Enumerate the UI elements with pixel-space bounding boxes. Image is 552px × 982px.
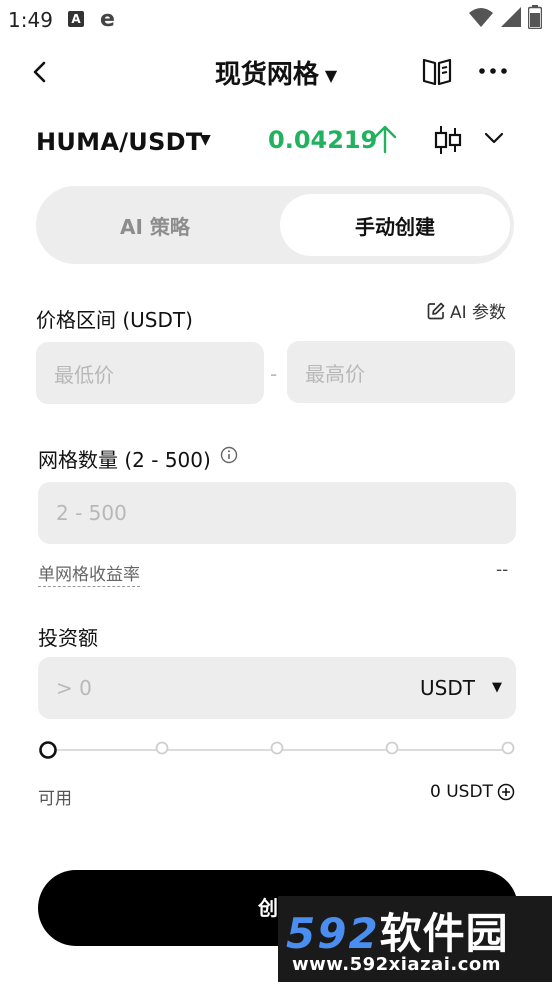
available-value: 0 USDT — [430, 782, 493, 802]
watermark-cn: 软件园 — [379, 909, 509, 958]
plus-circle-icon[interactable] — [497, 783, 515, 801]
max-price-input[interactable]: 最高价 — [287, 341, 515, 403]
watermark-url: www.592xiazai.com — [292, 954, 501, 975]
last-price: 0.04219 — [268, 126, 378, 154]
grid-count-label: 网格数量 (2 - 500) — [38, 448, 211, 472]
pair-caret-icon[interactable]: ▼ — [200, 132, 211, 148]
nav-bar: 现货网格 ▼ — [0, 44, 552, 100]
a-badge-icon: A — [68, 11, 84, 27]
grid-yield-label[interactable]: 单网格收益率 — [38, 560, 140, 587]
title-caret-icon: ▼ — [324, 66, 338, 85]
ai-params-link[interactable]: AI 参数 — [426, 298, 506, 323]
status-icons — [468, 5, 542, 29]
tab-manual-create[interactable]: 手动创建 — [280, 194, 510, 256]
pair-selector-row: HUMA/USDT ▼ 0.04219 — [0, 118, 552, 166]
min-price-input[interactable]: 最低价 — [36, 342, 264, 404]
more-icon[interactable] — [476, 54, 510, 88]
arrow-up-icon — [373, 125, 397, 154]
available-label: 可用 — [38, 789, 72, 809]
page-title-text: 现货网格 — [214, 60, 319, 90]
book-icon[interactable] — [420, 54, 454, 88]
currency-selector[interactable]: USDT — [420, 676, 475, 700]
investment-slider[interactable] — [38, 736, 516, 764]
slider-step-50[interactable] — [270, 741, 284, 755]
slider-step-100[interactable] — [501, 741, 515, 755]
candlestick-icon[interactable] — [432, 124, 464, 156]
chevron-down-icon[interactable] — [482, 126, 506, 150]
range-separator: - — [270, 362, 278, 386]
status-bar: 1:49 A e — [0, 0, 552, 40]
watermark-title: 592软件园 — [286, 900, 509, 961]
slider-step-75[interactable] — [385, 741, 399, 755]
investment-label: 投资额 — [38, 626, 98, 650]
info-icon[interactable] — [220, 446, 238, 464]
currency-caret-icon[interactable]: ▼ — [492, 680, 502, 695]
ai-params-label: AI 参数 — [450, 303, 507, 323]
strategy-tabs: AI 策略 手动创建 — [36, 186, 514, 264]
slider-step-25[interactable] — [155, 741, 169, 755]
watermark-number: 592 — [286, 909, 380, 958]
wifi-icon — [469, 8, 493, 27]
tab-ai-strategy[interactable]: AI 策略 — [40, 194, 270, 256]
status-time: 1:49 — [8, 8, 53, 32]
signal-icon — [501, 7, 521, 27]
grid-yield-value: -- — [496, 560, 509, 580]
grid-count-input[interactable]: 2 - 500 — [38, 482, 516, 544]
watermark: 592软件园 www.592xiazai.com — [278, 896, 552, 982]
pair-name[interactable]: HUMA/USDT — [36, 128, 203, 156]
slider-thumb[interactable] — [39, 741, 57, 759]
battery-icon — [528, 5, 542, 29]
page-title[interactable]: 现货网格 ▼ — [0, 54, 552, 91]
price-range-label: 价格区间 (USDT) — [36, 308, 193, 332]
edit-icon — [427, 302, 445, 319]
browser-e-icon: e — [100, 7, 115, 32]
available-balance: 0 USDT — [430, 782, 515, 802]
